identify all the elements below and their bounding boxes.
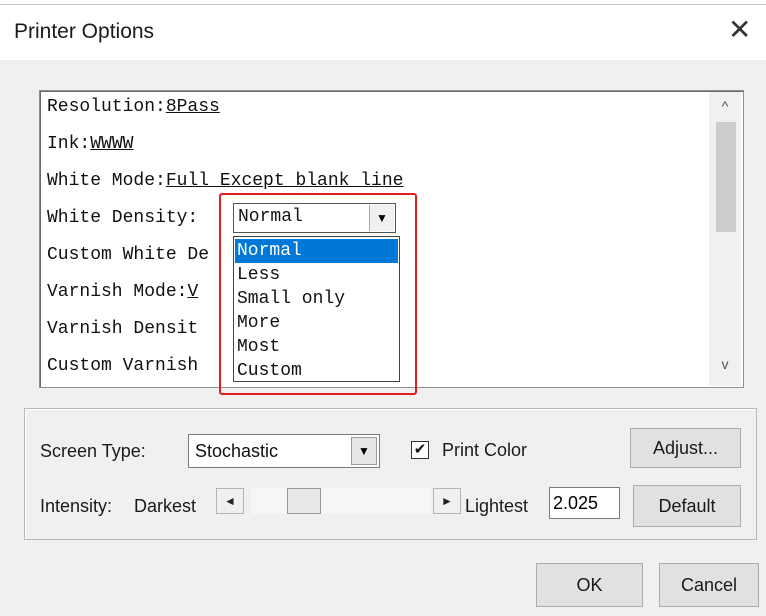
property-row-custom-white-density[interactable]: Custom White De (47, 245, 209, 265)
property-label: White Density: (47, 208, 199, 228)
ok-button[interactable]: OK (536, 563, 643, 607)
property-label: Varnish Mode: (47, 282, 188, 302)
property-row-white-density[interactable]: White Density: (47, 208, 198, 228)
print-color-checkbox[interactable]: ✔ (411, 441, 429, 459)
title-bar: Printer Options ✕ (0, 0, 766, 60)
property-row-white-mode[interactable]: White Mode:Full Except blank line (47, 171, 403, 191)
scroll-up-icon[interactable]: ^ (709, 92, 741, 120)
property-row-varnish-mode[interactable]: Varnish Mode:V (47, 282, 198, 302)
dialog-title: Printer Options (14, 20, 155, 43)
intensity-label: Intensity: (40, 496, 113, 516)
property-row-ink[interactable]: Ink:WWWW (47, 134, 133, 154)
property-label: White Mode: (47, 171, 166, 191)
property-label: Varnish Densit (47, 319, 199, 339)
property-row-varnish-density[interactable]: Varnish Densit (47, 319, 198, 339)
print-color-label[interactable]: Print Color (442, 440, 527, 461)
property-row-resolution[interactable]: Resolution:8Pass (47, 97, 220, 117)
screen-type-label: Screen Type: (40, 441, 146, 461)
intensity-value-field[interactable]: 2.025 (549, 487, 620, 519)
chevron-down-icon[interactable]: ▼ (351, 437, 377, 465)
cancel-button[interactable]: Cancel (659, 563, 759, 607)
scroll-thumb[interactable] (716, 122, 736, 232)
top-divider (0, 4, 766, 5)
red-highlight-box (219, 193, 417, 395)
lightest-label: Lightest (465, 496, 529, 516)
intensity-slider-track[interactable] (251, 488, 431, 514)
property-value[interactable]: Full Except blank line (166, 171, 404, 191)
default-button[interactable]: Default (633, 485, 741, 527)
adjust-button[interactable]: Adjust... (630, 428, 741, 468)
close-icon[interactable]: ✕ (728, 16, 751, 44)
darkest-label: Darkest (134, 496, 197, 516)
property-label: Resolution: (47, 97, 166, 117)
intensity-slider-thumb[interactable] (287, 488, 321, 514)
property-row-custom-varnish[interactable]: Custom Varnish (47, 356, 198, 376)
slider-right-icon[interactable]: ► (433, 488, 461, 514)
slider-left-icon[interactable]: ◄ (216, 488, 244, 514)
property-value[interactable]: WWWW (90, 134, 133, 154)
property-label: Custom White De (47, 245, 210, 265)
property-value[interactable]: V (187, 282, 198, 302)
screen-type-value: Stochastic (195, 441, 279, 461)
property-label: Ink: (47, 134, 91, 154)
property-value[interactable]: 8Pass (166, 97, 220, 117)
vertical-scrollbar[interactable]: ^ v (709, 92, 741, 386)
scroll-down-icon[interactable]: v (709, 350, 741, 378)
property-label: Custom Varnish (47, 356, 199, 376)
screen-type-select[interactable]: Stochastic ▼ (188, 434, 380, 468)
